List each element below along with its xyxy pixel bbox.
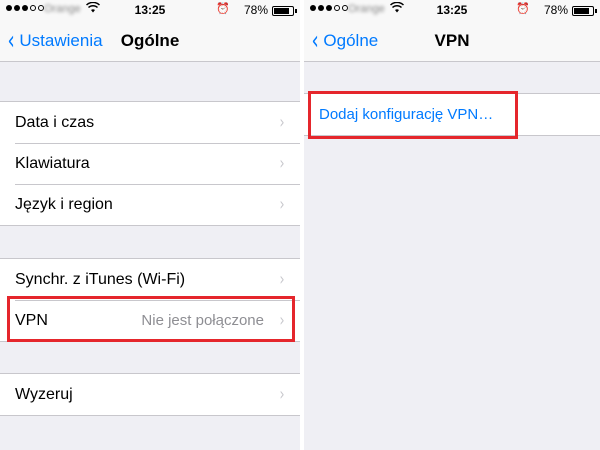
chevron-right-icon: › — [279, 194, 285, 215]
row-label: Wyzeruj — [15, 385, 73, 403]
vpn-group: Dodaj konfigurację VPN… — [304, 93, 600, 136]
row-reset[interactable]: Wyzeruj › — [0, 374, 300, 415]
back-button-ogolne[interactable]: ‹ Ogólne — [310, 20, 379, 62]
chevron-left-icon: ‹ — [7, 26, 15, 56]
navigation-bar: ‹ Ustawienia Ogólne — [0, 20, 300, 62]
battery-percentage: 78% — [543, 3, 568, 17]
settings-group-2: Synchr. z iTunes (Wi-Fi) › VPN Nie jest … — [0, 258, 300, 342]
status-bar: Orange 13:25 ⏰ 78% — [304, 0, 600, 20]
settings-group-1: Data i czas › Klawiatura › Język i regio… — [0, 101, 300, 226]
row-label: VPN — [15, 311, 48, 329]
alarm-icon: ⏰ — [516, 3, 530, 15]
battery-icon — [572, 6, 597, 16]
chevron-right-icon: › — [279, 112, 285, 133]
battery-percentage: 78% — [243, 3, 268, 17]
add-vpn-configuration-button[interactable]: Dodaj konfigurację VPN… — [304, 94, 600, 135]
row-language-region[interactable]: Język i region › — [0, 184, 300, 225]
row-itunes-sync[interactable]: Synchr. z iTunes (Wi-Fi) › — [0, 259, 300, 300]
general-settings-screen: Orange 13:25 ⏰ 78% ‹ Ustawienia Ogólne D… — [0, 0, 300, 450]
row-vpn[interactable]: VPN Nie jest połączone › — [0, 300, 300, 341]
chevron-right-icon: › — [279, 269, 285, 290]
row-keyboard[interactable]: Klawiatura › — [0, 143, 300, 184]
row-label: Język i region — [15, 195, 113, 213]
status-bar: Orange 13:25 ⏰ 78% — [0, 0, 300, 20]
row-label: Klawiatura — [15, 154, 90, 172]
row-date-time[interactable]: Data i czas › — [0, 102, 300, 143]
add-vpn-label: Dodaj konfigurację VPN… — [319, 106, 494, 123]
row-label: Synchr. z iTunes (Wi-Fi) — [15, 270, 186, 288]
navigation-bar: ‹ Ogólne VPN — [304, 20, 600, 62]
row-label: Data i czas — [15, 113, 95, 131]
back-button-label: Ustawienia — [19, 31, 103, 50]
vpn-settings-screen: Orange 13:25 ⏰ 78% ‹ Ogólne VPN Dodaj ko… — [304, 0, 600, 450]
alarm-icon: ⏰ — [216, 3, 230, 15]
back-button-label: Ogólne — [323, 31, 379, 50]
vpn-status-detail: Nie jest połączone — [141, 312, 264, 329]
battery-fill — [574, 8, 589, 14]
chevron-right-icon: › — [279, 310, 285, 331]
battery-icon — [272, 6, 297, 16]
chevron-left-icon: ‹ — [311, 26, 319, 56]
battery-fill — [274, 8, 289, 14]
chevron-right-icon: › — [279, 153, 285, 174]
settings-group-3: Wyzeruj › — [0, 373, 300, 416]
back-button-ustawienia[interactable]: ‹ Ustawienia — [6, 20, 103, 62]
chevron-right-icon: › — [279, 384, 285, 405]
